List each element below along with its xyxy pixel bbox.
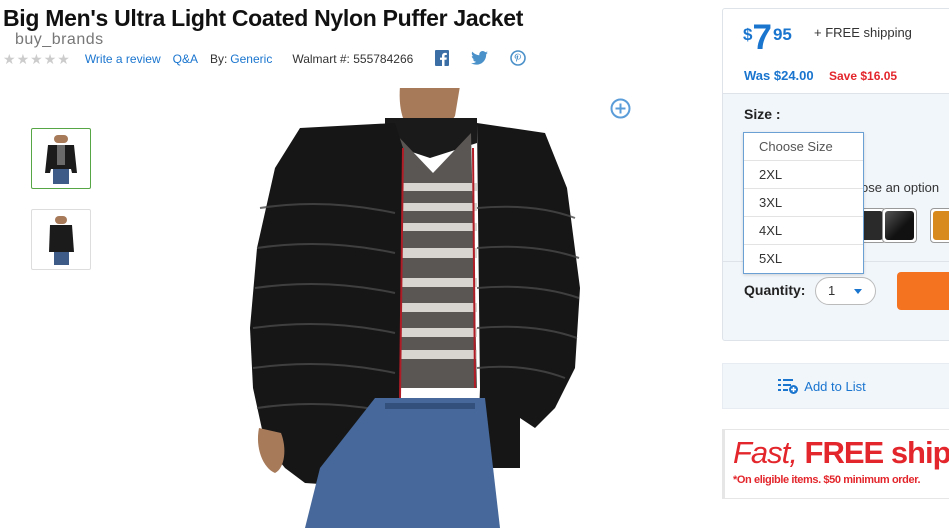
quantity-select[interactable]: 1 [815, 277, 876, 305]
quantity-label: Quantity: [744, 282, 806, 298]
price-section: $ 7 95 + FREE shipping Was $24.00 Save $… [723, 9, 949, 94]
banner-fast: Fast, [733, 435, 798, 470]
product-meta-row: ★ ★ ★ ★ ★ Write a review Q&A By: Generic … [3, 49, 527, 69]
product-title: Big Men's Ultra Light Coated Nylon Puffe… [3, 5, 524, 31]
walmart-number: Walmart #: 555784266 [292, 52, 414, 66]
star-icon: ★ [3, 51, 16, 67]
banner-headline: Fast, FREE shipping [733, 435, 949, 471]
price-currency: $ [743, 25, 753, 44]
savings: Save $16.05 [829, 69, 898, 83]
price-cents: 95 [772, 25, 792, 44]
star-icon: ★ [30, 51, 43, 67]
color-swatch[interactable] [930, 208, 949, 243]
by-label: By: [209, 52, 228, 66]
thumbnail-side[interactable] [31, 209, 91, 270]
add-to-list-button[interactable]: Add to List [722, 363, 949, 409]
shipping-info: + FREE shipping [814, 25, 912, 40]
banner-subtext: *On eligible items. $50 minimum order. [733, 474, 921, 486]
size-option[interactable]: 4XL [744, 217, 863, 245]
color-swatch[interactable] [882, 208, 917, 243]
star-icon: ★ [16, 51, 30, 67]
color-option-hint: ose an option [861, 180, 940, 195]
brand-byline: By: Generic [210, 52, 272, 66]
banner-free-shipping: FREE shipping [804, 435, 949, 470]
thumbnail-image [45, 134, 77, 184]
star-icon: ★ [43, 51, 57, 67]
zoom-in-icon[interactable] [610, 98, 631, 119]
product-main-image[interactable] [245, 88, 583, 528]
rating-stars[interactable]: ★ ★ ★ ★ ★ [3, 52, 70, 66]
brand-link[interactable]: Generic [230, 52, 272, 66]
seller-watermark: buy_brands [15, 31, 104, 48]
thumbnail-front[interactable] [31, 128, 91, 189]
free-shipping-banner[interactable]: Fast, FREE shipping *On eligible items. … [722, 429, 949, 499]
size-label: Size : [744, 106, 781, 122]
star-icon: ★ [57, 51, 70, 67]
qa-link[interactable]: Q&A [173, 52, 198, 66]
twitter-icon[interactable] [471, 50, 489, 68]
size-option[interactable]: 3XL [744, 189, 863, 217]
swatch-color [933, 211, 949, 240]
quantity-value: 1 [828, 283, 836, 298]
was-price: Was $24.00 [744, 68, 814, 83]
size-option-placeholder[interactable]: Choose Size [744, 133, 863, 161]
add-to-list-label: Add to List [804, 378, 866, 394]
thumbnail-image [49, 215, 74, 265]
size-option[interactable]: 2XL [744, 161, 863, 189]
write-review-link[interactable]: Write a review [85, 52, 161, 66]
social-share [435, 49, 527, 69]
size-option[interactable]: 5XL [744, 245, 863, 273]
swatch-color [885, 211, 914, 240]
current-price: $ 7 95 [743, 19, 792, 57]
pinterest-icon[interactable] [510, 49, 527, 69]
add-list-icon [778, 379, 799, 394]
add-to-cart-button[interactable] [897, 272, 949, 310]
facebook-icon[interactable] [435, 49, 450, 69]
size-dropdown[interactable]: Choose Size 2XL 3XL 4XL 5XL [743, 132, 864, 274]
chevron-down-icon [854, 289, 862, 294]
price-dollars: 7 [752, 18, 772, 57]
